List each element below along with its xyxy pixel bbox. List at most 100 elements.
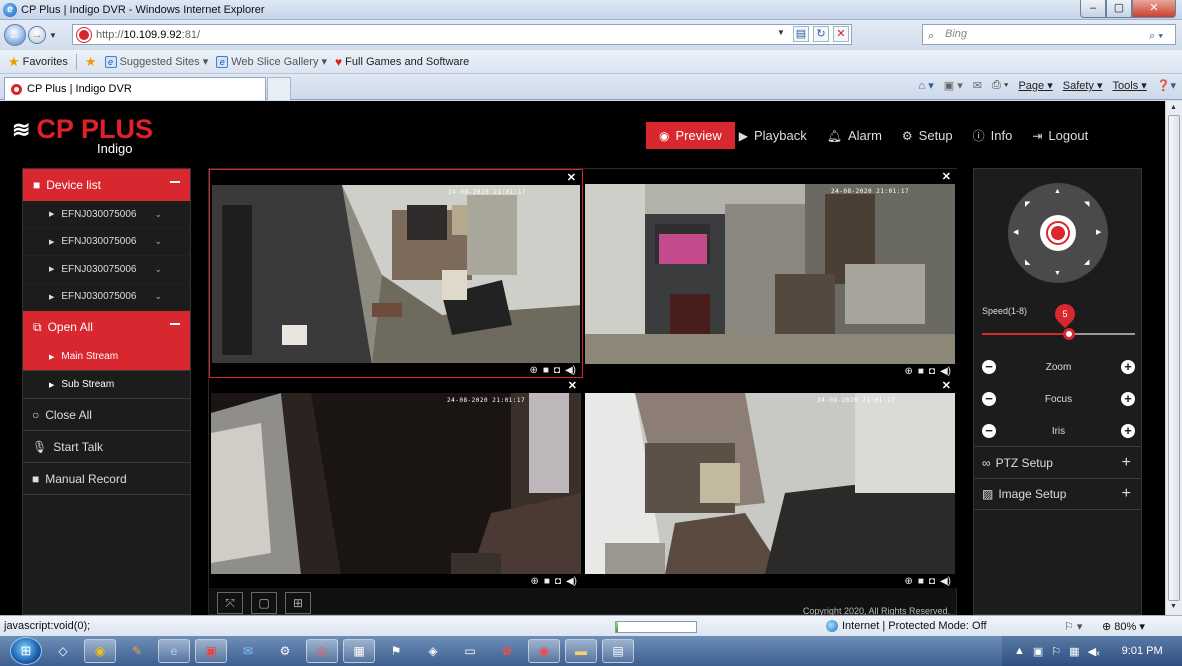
expand-icon[interactable]: + [1122,485,1131,503]
arrow-left-icon[interactable]: ◀ [1013,228,1018,236]
image-setup-section[interactable]: ▨ Image Setup + [974,478,1141,510]
minimize-button[interactable]: – [1080,0,1106,18]
tools-menu[interactable]: Tools ▾ [1113,79,1147,92]
folder-icon[interactable]: ▬ [565,639,597,663]
device-list-header[interactable]: ■ Device list [23,169,190,201]
device-item[interactable]: ▶ EFNJ030075006 ⌄ [23,229,190,256]
new-tab-button[interactable] [267,77,291,100]
taskbar-app-icon[interactable]: ▦ [343,639,375,663]
fav-suggested-sites[interactable]: e Suggested Sites ▾ [104,55,208,68]
taskbar-app-icon[interactable]: ◈ [417,639,449,663]
stop-icon[interactable]: ✕ [833,26,849,42]
address-dropdown-icon[interactable]: ▼ [773,26,789,42]
layout-quad-icon[interactable]: ⊞ [285,591,311,614]
page-menu[interactable]: Page ▾ [1018,79,1052,92]
nav-playback[interactable]: ▶ Playback [735,122,823,149]
tab-cp-plus[interactable]: CP Plus | Indigo DVR [4,77,266,100]
tray-expand-icon[interactable]: ▲ [1014,645,1025,657]
open-all-header[interactable]: ⧉ Open All [23,311,190,343]
close-tile-icon[interactable]: ✕ [567,171,576,184]
speed-slider[interactable]: 5 [982,299,1135,340]
nav-logout[interactable]: ⇥ Logout [1028,122,1104,149]
chevron-down-icon[interactable]: ⌄ [154,264,162,275]
ptz-direction-pad[interactable]: ▲ ▼ ◀ ▶ ◤ ◥ ◣ ◢ [1008,183,1108,283]
close-tile-icon[interactable]: ✕ [942,379,951,392]
layout-single-icon[interactable]: ▢ [251,591,277,614]
audio-icon[interactable]: ◀) [565,365,576,376]
refresh-icon[interactable]: ↻ [813,26,829,42]
search-field[interactable]: ⌕ Bing ⌕ ▾ [922,24,1176,45]
arrow-up-left-icon[interactable]: ◤ [1025,200,1030,208]
address-field[interactable]: http://10.109.9.92:81/ ▼ ▤ ↻ ✕ [72,24,852,45]
volume-muted-icon[interactable]: ◀ₓ [1088,645,1100,658]
safety-menu[interactable]: Safety ▾ [1063,79,1103,92]
ptz-center-button[interactable] [1040,215,1076,251]
collapse-icon[interactable] [170,323,180,325]
audio-icon[interactable]: ◀) [940,366,951,377]
protected-mode-icon[interactable]: ⚐ ▾ [1064,620,1082,633]
focus-plus-button[interactable]: + [1121,392,1135,406]
scroll-up-icon[interactable]: ▲ [1170,104,1177,111]
zoom-in-button[interactable]: + [1121,360,1135,374]
iris-minus-button[interactable]: − [982,424,996,438]
close-all-button[interactable]: ○ Close All [23,399,190,431]
nav-info[interactable]: ⓘ Info [969,122,1029,149]
taskbar-app-icon[interactable]: ▣ [195,639,227,663]
record-icon[interactable]: ■ [543,365,549,376]
snapshot-icon[interactable]: ◘ [555,576,561,587]
device-item[interactable]: ▶ EFNJ030075006 ⌄ [23,284,190,311]
help-icon[interactable]: ❓▾ [1157,79,1176,92]
nav-alarm[interactable]: 🔔︎ Alarm [823,122,898,149]
zoom-in-icon[interactable]: ⊕ [529,365,537,376]
security-zone[interactable]: Internet | Protected Mode: Off [826,620,987,632]
chevron-down-icon[interactable]: ⌄ [154,209,162,220]
tray-app-icon[interactable]: ▦ [1069,645,1079,658]
flag-icon[interactable]: ⚐ [1051,645,1061,658]
arrow-up-right-icon[interactable]: ◥ [1084,200,1089,208]
arrow-down-right-icon[interactable]: ◢ [1084,258,1089,266]
taskbar-app-icon[interactable]: ✎ [121,639,153,663]
maximize-button[interactable]: ▢ [1106,0,1132,18]
arrow-right-icon[interactable]: ▶ [1096,228,1101,236]
print-icon[interactable]: ⎙ ▾ [992,79,1008,92]
snapshot-icon[interactable]: ◘ [929,366,935,377]
taskbar-app-icon[interactable]: ▤ [602,639,634,663]
arrow-down-icon[interactable]: ▼ [1054,270,1061,277]
compatibility-view-icon[interactable]: ▤ [793,26,809,42]
nav-preview[interactable]: ◉ Preview [646,122,735,149]
record-icon[interactable]: ■ [918,366,924,377]
snapshot-icon[interactable]: ◘ [929,576,935,587]
zoom-out-button[interactable]: − [982,360,996,374]
scrollbar-thumb[interactable] [1168,115,1180,601]
video-tile-1[interactable]: 24-08-2020 21:01:17 ✕ ⊕ ■ ◘ ◀) [209,169,583,378]
focus-minus-button[interactable]: − [982,392,996,406]
device-item[interactable]: ▶ EFNJ030075006 ⌄ [23,201,190,229]
taskbar-app-icon[interactable]: ▭ [454,639,486,663]
close-window-button[interactable]: ✕ [1132,0,1176,18]
internet-explorer-icon[interactable]: e [158,639,190,663]
zoom-in-icon[interactable]: ⊕ [904,366,912,377]
fav-full-games[interactable]: ♥ Full Games and Software [335,55,469,69]
record-icon[interactable]: ■ [918,576,924,587]
taskbar-app-icon[interactable]: ✿ [491,639,523,663]
network-icon[interactable]: ▣ [1033,645,1043,658]
close-tile-icon[interactable]: ✕ [942,170,951,183]
fav-web-slice-gallery[interactable]: e Web Slice Gallery ▾ [216,55,327,68]
iris-plus-button[interactable]: + [1121,424,1135,438]
taskbar-app-icon[interactable]: ◇ [47,639,79,663]
vertical-scrollbar[interactable]: ▲ ▼ [1165,101,1182,615]
device-item[interactable]: ▶ EFNJ030075006 ⌄ [23,256,190,284]
nav-setup[interactable]: ⚙ Setup [898,122,969,149]
record-icon[interactable]: ■ [544,576,550,587]
chrome-icon[interactable]: ◉ [84,639,116,663]
close-tile-icon[interactable]: ✕ [568,379,577,392]
collapse-icon[interactable] [170,181,180,183]
favorites-button[interactable]: ★ Favorites [8,54,68,70]
mail-icon[interactable]: ✉ [973,79,982,92]
stream-sub[interactable]: ▶ Sub Stream [23,371,190,399]
video-tile-2[interactable]: 24-08-2020 21:01:17 ✕ ⊕ ■ ◘ ◀) [583,169,957,378]
chevron-down-icon[interactable]: ⌄ [154,291,162,302]
taskbar-app-icon[interactable]: ⚑ [380,639,412,663]
start-talk-button[interactable]: 🎙︎ Start Talk [23,431,190,463]
chevron-down-icon[interactable]: ⌄ [154,236,162,247]
